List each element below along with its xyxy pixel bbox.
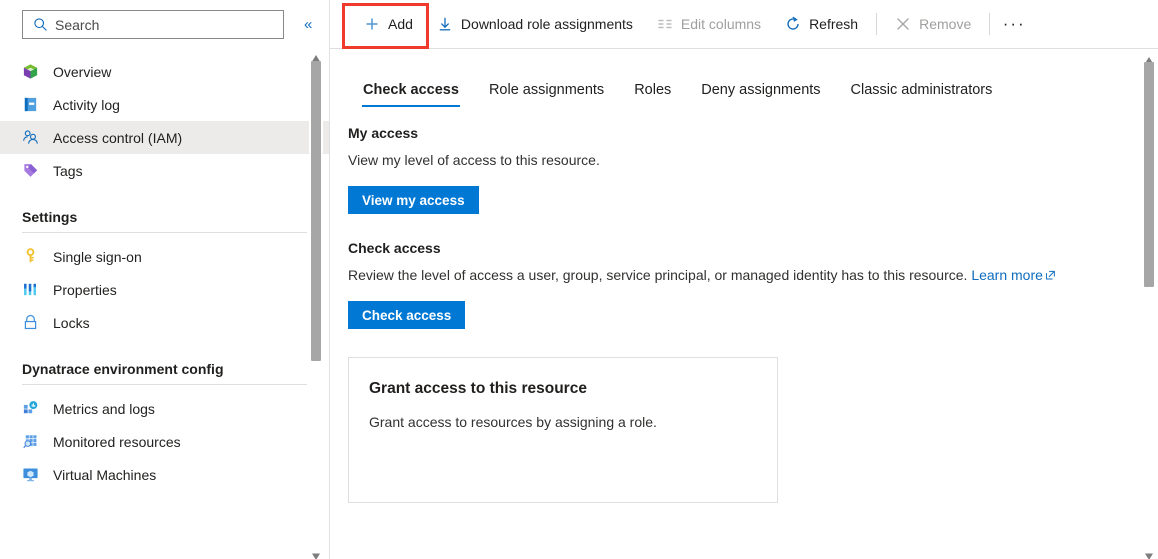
search-icon [33,17,48,32]
sidebar-group-dynatrace: Dynatrace environment config [0,361,329,385]
check-access-section: Check access Review the level of access … [348,240,1158,329]
edit-columns-label: Edit columns [680,16,762,32]
monitored-resources-icon [22,433,39,450]
tab-check-access[interactable]: Check access [348,82,474,107]
sidebar-search-row: Search « [0,0,329,45]
grant-access-card: Grant access to this resource Grant acce… [348,357,778,503]
download-role-assignments-button[interactable]: Download role assignments [425,4,645,44]
check-access-button[interactable]: Check access [348,301,466,329]
remove-label: Remove [919,16,972,32]
sidebar-item-monitored-resources[interactable]: Monitored resources [0,425,329,458]
sidebar-item-label: Single sign-on [53,248,142,265]
content-scrollbar-thumb[interactable] [1144,62,1154,287]
sidebar-item-label: Access control (IAM) [53,129,183,146]
sidebar-item-metrics-and-logs[interactable]: Metrics and logs [0,392,329,425]
tab-classic-administrators[interactable]: Classic administrators [836,82,1008,107]
sidebar-item-label: Activity log [53,96,120,113]
sidebar-nav: Overview Activity log Access control (IA… [0,45,329,491]
my-access-title: My access [348,125,419,141]
properties-bars-icon [22,281,39,298]
sidebar-item-locks[interactable]: Locks [0,306,329,339]
search-placeholder-text: Search [55,16,100,33]
sidebar-item-label: Virtual Machines [53,466,157,483]
scroll-down-arrow-icon[interactable] [311,548,321,559]
overview-cube-icon [22,63,39,80]
sidebar-item-label: Tags [53,162,83,179]
check-access-description-wrap: Review the level of access a user, group… [348,265,1108,285]
lock-icon [22,314,39,331]
sidebar-item-label: Locks [53,314,90,331]
view-my-access-button[interactable]: View my access [348,186,479,214]
virtual-machine-icon [22,466,39,483]
resource-menu-sidebar: Search « Overview Activity log Access co… [0,0,330,559]
sidebar-item-overview[interactable]: Overview [0,55,329,88]
refresh-label: Refresh [809,16,859,32]
tab-deny-assignments[interactable]: Deny assignments [686,82,835,107]
tab-bar: Check access Role assignments Roles Deny… [330,63,1158,107]
remove-button: Remove [883,4,983,44]
search-input[interactable]: Search [22,10,284,39]
sidebar-group-settings: Settings [0,209,329,233]
tab-role-assignments[interactable]: Role assignments [474,82,619,107]
sidebar-group-title: Dynatrace environment config [22,361,224,377]
tag-icon [22,162,39,179]
azure-portal-iam-screen: Search « Overview Activity log Access co… [0,0,1158,559]
tab-roles[interactable]: Roles [619,82,686,107]
check-access-description: Review the level of access a user, group… [348,267,968,283]
edit-columns-icon [657,16,673,32]
edit-columns-button: Edit columns [645,4,773,44]
my-access-section: My access View my level of access to thi… [348,125,1158,214]
add-button-label: Add [388,16,413,32]
refresh-icon [785,16,801,32]
plus-icon [364,16,380,32]
scroll-down-arrow-icon[interactable] [1144,548,1154,559]
check-access-title: Check access [348,240,441,256]
sidebar-item-virtual-machines[interactable]: Virtual Machines [0,458,329,491]
download-role-assignments-label: Download role assignments [460,16,633,32]
my-access-description: View my level of access to this resource… [348,152,600,168]
sidebar-item-label: Properties [53,281,117,298]
main-content-pane: Add Download role assignments Edit colum… [330,0,1158,559]
learn-more-label: Learn more [971,267,1043,283]
sidebar-item-access-control[interactable]: Access control (IAM) [0,121,329,154]
sidebar-item-label: Overview [53,63,112,80]
add-button[interactable]: Add [352,4,425,44]
sidebar-item-label: Monitored resources [53,433,181,450]
key-icon [22,248,39,265]
learn-more-link[interactable]: Learn more [971,267,1056,283]
more-commands-button[interactable]: ··· [996,4,1032,44]
command-toolbar: Add Download role assignments Edit colum… [330,0,1158,49]
metrics-logs-icon [22,400,39,417]
toolbar-divider [876,13,878,35]
sidebar-item-tags[interactable]: Tags [0,154,329,187]
sidebar-item-single-sign-on[interactable]: Single sign-on [0,240,329,273]
close-x-icon [895,16,911,32]
toolbar-divider [989,13,991,35]
sidebar-item-properties[interactable]: Properties [0,273,329,306]
check-access-panel: My access View my level of access to thi… [330,107,1158,503]
external-link-icon [1045,266,1056,280]
divider [22,232,307,233]
content-scrollbar[interactable] [1142,50,1156,559]
scroll-up-arrow-icon[interactable] [311,50,321,62]
grant-access-card-description: Grant access to resources by assigning a… [369,414,657,430]
scroll-up-arrow-icon[interactable] [1144,52,1154,64]
sidebar-group-title: Settings [22,209,78,225]
download-icon [437,16,453,32]
grant-access-card-title: Grant access to this resource [369,380,587,397]
sidebar-scrollbar[interactable] [309,48,323,559]
divider [22,384,307,385]
sidebar-item-label: Metrics and logs [53,400,155,417]
sidebar-scrollbar-thumb[interactable] [311,61,321,361]
sidebar-item-activity-log[interactable]: Activity log [0,88,329,121]
access-control-people-icon [22,129,39,146]
refresh-button[interactable]: Refresh [773,4,870,44]
collapse-sidebar-button[interactable]: « [301,15,315,34]
activity-log-book-icon [22,96,39,113]
